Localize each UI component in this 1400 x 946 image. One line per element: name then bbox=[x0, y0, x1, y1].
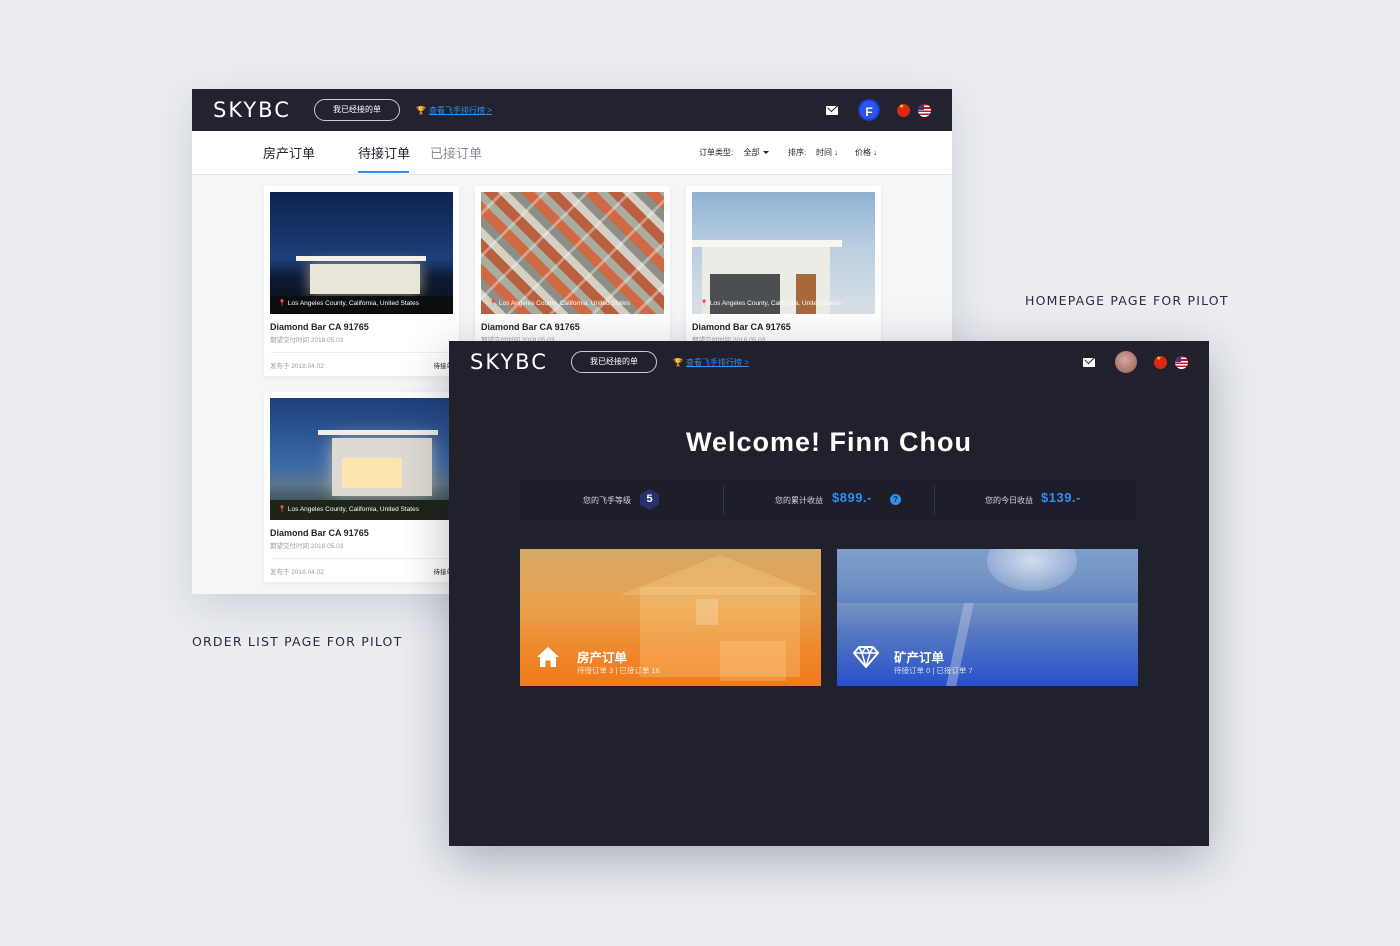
divider bbox=[723, 486, 724, 514]
property-photo: 📍 Los Angeles County, California, United… bbox=[270, 192, 453, 314]
card-subtitle: 待接订单 3 | 已接订单 16 bbox=[577, 666, 660, 675]
order-type-label: 订单类型: bbox=[699, 148, 734, 157]
mail-icon[interactable] bbox=[826, 106, 838, 115]
location-text: Los Angeles County, California, United S… bbox=[709, 300, 841, 307]
property-photo: 📍 Los Angeles County, California, United… bbox=[481, 192, 664, 314]
logo[interactable]: SKYBC bbox=[213, 98, 291, 122]
location-text: Los Angeles County, California, United S… bbox=[287, 300, 419, 307]
avatar[interactable]: F bbox=[858, 99, 880, 121]
logo[interactable]: SKYBC bbox=[470, 350, 548, 374]
today-earnings-value: $139.- bbox=[1041, 490, 1081, 505]
usa-flag-icon[interactable] bbox=[1175, 356, 1188, 369]
chevron-down-icon bbox=[763, 151, 770, 155]
my-orders-button[interactable]: 我已经接的单 bbox=[314, 99, 400, 121]
house-icon bbox=[537, 647, 559, 667]
location-pin-icon: 📍 bbox=[489, 300, 498, 307]
card-subtitle: 待接订单 0 | 已接订单 7 bbox=[894, 666, 973, 675]
sort-by-price[interactable]: 价格 ↓ bbox=[855, 147, 877, 158]
arrow-down-icon: ↓ bbox=[834, 148, 838, 157]
published-date: 发布于 2018.04.02 bbox=[270, 569, 324, 576]
pilot-ranking-link[interactable]: 🏆 查看飞手排行榜 > bbox=[673, 357, 749, 368]
mineral-orders-card[interactable]: 矿产订单 待接订单 0 | 已接订单 7 bbox=[837, 549, 1138, 686]
divider bbox=[270, 352, 453, 353]
location-pin-icon: 📍 bbox=[700, 300, 709, 307]
tabs-bar: 房产订单 待接订单 已接订单 订单类型: 全部 排序: 时间 ↓ 价格 ↓ bbox=[192, 131, 952, 175]
location-pin-icon: 📍 bbox=[278, 300, 287, 307]
today-earnings-label: 您的今日收益 bbox=[985, 496, 1033, 505]
sort-by-time[interactable]: 时间 ↓ bbox=[816, 147, 838, 158]
trophy-icon: 🏆 bbox=[673, 358, 683, 367]
mail-icon[interactable] bbox=[1083, 358, 1095, 367]
pilot-ranking-link-label: 查看飞手排行榜 > bbox=[428, 106, 492, 115]
location-label: 📍 Los Angeles County, California, United… bbox=[700, 299, 841, 307]
avatar[interactable] bbox=[1115, 351, 1137, 373]
location-label: 📍 Los Angeles County, California, United… bbox=[489, 299, 630, 307]
sort-price-label: 价格 bbox=[855, 148, 871, 157]
welcome-heading: Welcome! Finn Chou bbox=[686, 427, 972, 457]
total-earnings-label: 您的累计收益 bbox=[775, 496, 823, 505]
tab-pending-orders[interactable]: 待接订单 bbox=[358, 143, 410, 162]
order-type-filter[interactable]: 订单类型: 全部 bbox=[699, 147, 770, 158]
trophy-icon: 🏆 bbox=[416, 106, 426, 115]
location-text: Los Angeles County, California, United S… bbox=[287, 506, 419, 513]
divider bbox=[934, 486, 935, 514]
tab-accepted-orders[interactable]: 已接订单 bbox=[430, 143, 482, 162]
order-list-caption: ORDER LIST PAGE FOR PILOT bbox=[192, 634, 403, 649]
delivery-date: 期望交付时间 2018.05.03 bbox=[270, 543, 344, 550]
location-label: 📍 Los Angeles County, California, United… bbox=[278, 299, 419, 307]
diamond-icon bbox=[853, 646, 879, 668]
top-navigation-bar: SKYBC 我已经接的单 🏆 查看飞手排行榜 > bbox=[449, 341, 1209, 383]
card-title: 矿产订单 bbox=[894, 651, 945, 665]
divider bbox=[270, 558, 453, 559]
order-type-value: 全部 bbox=[743, 148, 760, 157]
property-photo: 📍 Los Angeles County, California, United… bbox=[692, 192, 875, 314]
help-icon[interactable]: ? bbox=[890, 494, 901, 505]
location-text: Los Angeles County, California, United S… bbox=[498, 300, 630, 307]
property-orders-card[interactable]: 房产订单 待接订单 3 | 已接订单 16 bbox=[520, 549, 821, 686]
property-photo: 📍 Los Angeles County, California, United… bbox=[270, 398, 453, 520]
top-navigation-bar: SKYBC 我已经接的单 🏆 查看飞手排行榜 > F bbox=[192, 89, 952, 131]
location-label: 📍 Los Angeles County, California, United… bbox=[278, 505, 419, 513]
pilot-ranking-link[interactable]: 🏆 查看飞手排行榜 > bbox=[416, 105, 492, 116]
active-tab-indicator bbox=[358, 171, 409, 173]
card-title: Diamond Bar CA 91765 bbox=[692, 322, 791, 332]
card-title: Diamond Bar CA 91765 bbox=[270, 528, 369, 538]
china-flag-icon[interactable] bbox=[1154, 356, 1167, 369]
card-title: 房产订单 bbox=[577, 651, 628, 665]
order-card[interactable]: 📍 Los Angeles County, California, United… bbox=[264, 392, 459, 582]
usa-flag-icon[interactable] bbox=[918, 104, 931, 117]
my-orders-button[interactable]: 我已经接的单 bbox=[571, 351, 657, 373]
location-pin-icon: 📍 bbox=[278, 506, 287, 513]
delivery-date: 期望交付时间 2018.05.03 bbox=[270, 337, 344, 344]
card-title: Diamond Bar CA 91765 bbox=[481, 322, 580, 332]
arrow-down-icon: ↓ bbox=[873, 148, 877, 157]
stats-bar: 您的飞手等级 5 您的累计收益 $899.- ? 您的今日收益 $139.- bbox=[520, 480, 1137, 520]
china-flag-icon[interactable] bbox=[897, 104, 910, 117]
pilot-ranking-link-label: 查看飞手排行榜 > bbox=[685, 358, 749, 367]
sort-time-label: 时间 bbox=[816, 148, 832, 157]
level-badge: 5 bbox=[640, 489, 659, 510]
homepage-caption: HOMEPAGE PAGE FOR PILOT bbox=[1025, 293, 1229, 308]
order-card[interactable]: 📍 Los Angeles County, California, United… bbox=[264, 186, 459, 376]
tab-property-orders[interactable]: 房产订单 bbox=[263, 143, 315, 162]
sort-label: 排序: bbox=[788, 148, 807, 157]
homepage-window: SKYBC 我已经接的单 🏆查看飞手排行榜 > Welcome! Finn Ch… bbox=[449, 341, 1209, 846]
total-earnings-value: $899.- bbox=[832, 490, 872, 505]
card-title: Diamond Bar CA 91765 bbox=[270, 322, 369, 332]
published-date: 发布于 2018.04.02 bbox=[270, 363, 324, 370]
pilot-level-label: 您的飞手等级 bbox=[583, 496, 631, 505]
